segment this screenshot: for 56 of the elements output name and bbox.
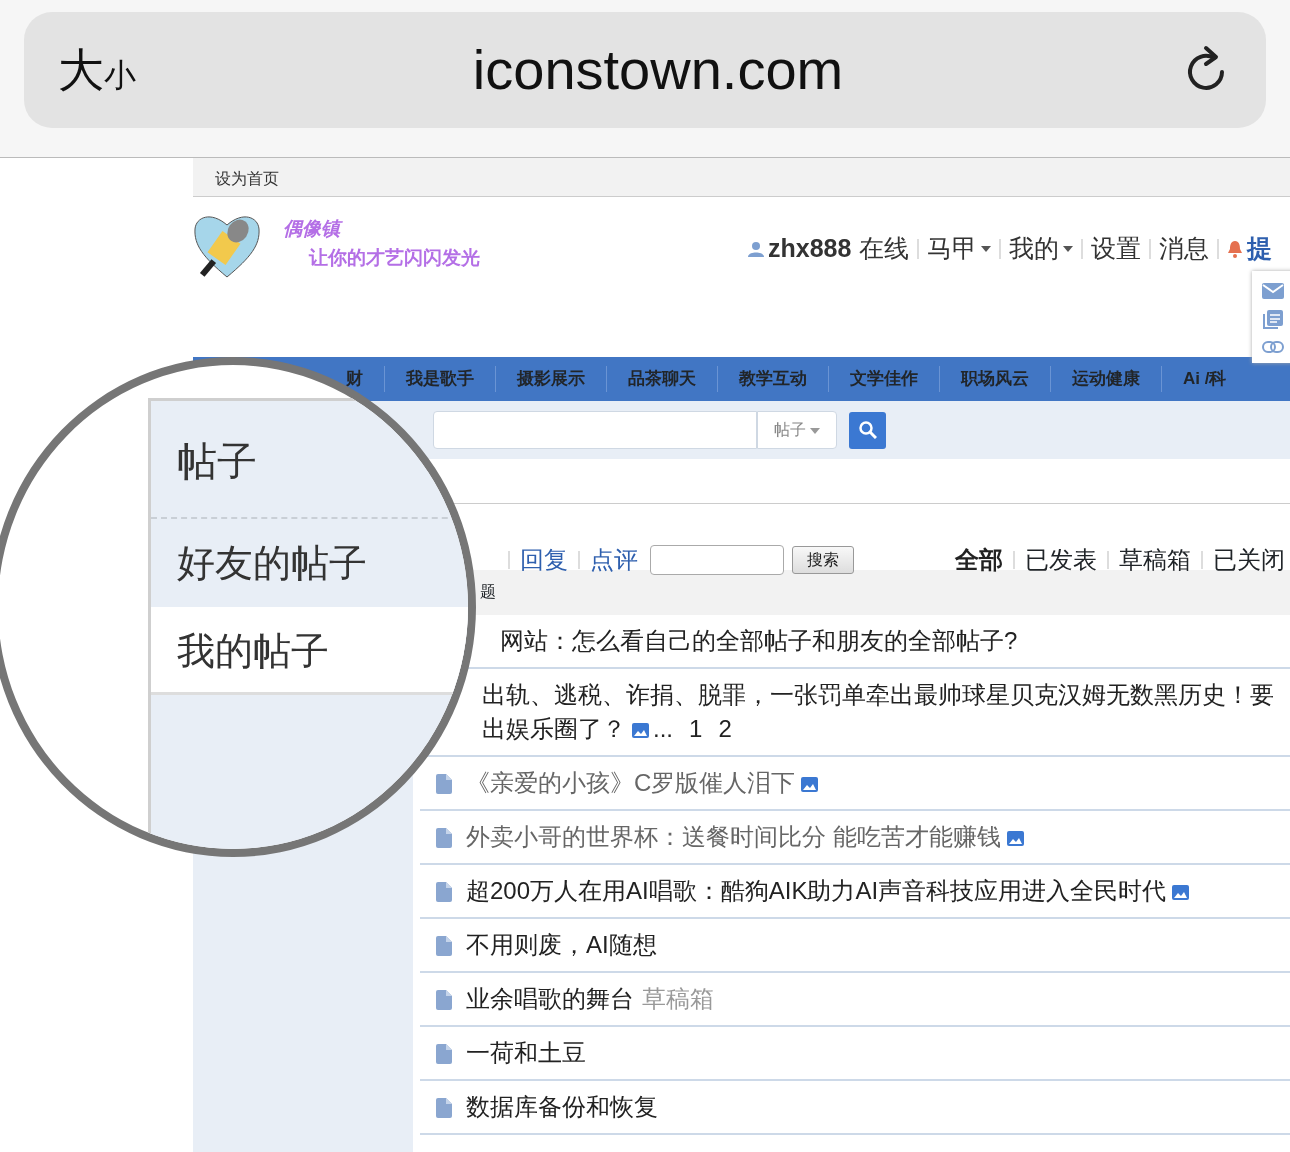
mail-icon[interactable] — [1262, 283, 1284, 299]
status-tab[interactable]: 已发表 — [1025, 541, 1097, 578]
user-icon — [748, 240, 764, 257]
search-icon — [858, 421, 877, 439]
status-tab[interactable]: 草稿箱 — [1119, 541, 1191, 578]
post-title-link[interactable]: 出轨、逃税、诈捐、脱罪，一张罚单牵出最帅球星贝克汉姆无数黑历史！要 — [482, 681, 1274, 708]
filter-search-field[interactable] — [650, 544, 784, 575]
filter-search-button[interactable]: 搜索 — [792, 545, 854, 574]
post-title-link[interactable]: 外卖小哥的世界杯：送餐时间比分 能吃苦才能赚钱 — [466, 823, 1001, 850]
user-menu-link[interactable]: 我的 — [1009, 235, 1074, 263]
post-title-link[interactable]: 业余唱歌的舞台 — [466, 985, 634, 1012]
user-menu-link[interactable]: 消息 — [1159, 235, 1210, 263]
document-icon — [436, 882, 452, 902]
text-size-button[interactable]: 大小 — [58, 35, 136, 105]
post-title-link[interactable]: 数据库备份和恢复 — [466, 1093, 658, 1120]
page-ellipsis: ... — [653, 715, 673, 742]
username-link[interactable]: zhx888 — [768, 235, 852, 263]
draft-tag: 草稿箱 — [642, 985, 714, 1012]
document-icon — [436, 936, 452, 956]
bell-icon — [1227, 239, 1244, 258]
caret-icon — [981, 245, 992, 252]
search-field[interactable] — [433, 411, 757, 449]
document-icon — [436, 1044, 452, 1064]
post-title-link[interactable]: 出娱乐圈了？ — [482, 715, 626, 742]
status-tab[interactable]: 全部 — [955, 541, 1003, 578]
status-tab[interactable]: 已关闭 — [1213, 541, 1285, 578]
set-homepage-link[interactable]: 设为首页 — [215, 170, 279, 187]
document-icon — [436, 774, 452, 794]
document-icon — [436, 828, 452, 848]
filter-link[interactable]: 回复 — [520, 541, 568, 578]
site-title: 偶像镇 — [283, 215, 480, 244]
address-bar[interactable]: iconstown.com — [136, 28, 1180, 112]
post-title-link[interactable]: 超200万人在用AI唱歌：酷狗AIK助力AI声音科技应用进入全民时代 — [466, 877, 1167, 904]
document-icon[interactable] — [1262, 309, 1284, 331]
page-link[interactable]: 2 — [718, 715, 732, 742]
document-icon — [436, 990, 452, 1010]
user-menu-link[interactable]: 马甲 — [927, 235, 992, 263]
document-icon — [436, 1098, 452, 1118]
sidebar-item[interactable]: 我的帖子 — [151, 607, 468, 695]
caret-icon — [1063, 245, 1074, 252]
search-scope-dropdown[interactable]: 帖子 — [757, 411, 837, 449]
post-title-link[interactable]: 网站：怎么看自己的全部帖子和朋友的全部帖子? — [500, 627, 1018, 654]
page-link[interactable]: 1 — [689, 715, 703, 742]
site-slogan: 让你的才艺闪闪发光 — [309, 245, 480, 270]
link-icon[interactable] — [1262, 341, 1284, 353]
search-button[interactable] — [849, 411, 886, 449]
column-header: 题 — [480, 583, 496, 600]
post-title-link[interactable]: 不用则废，AI随想 — [466, 931, 657, 958]
filter-link[interactable]: 点评 — [590, 541, 638, 578]
sidebar-item[interactable]: 好友的帖子 — [151, 519, 468, 607]
caret-icon — [810, 427, 820, 434]
sidebar-heading: 帖子 — [151, 401, 468, 519]
post-title-link[interactable]: 一荷和土豆 — [466, 1039, 586, 1066]
user-menu-link[interactable]: 设置 — [1091, 235, 1142, 263]
reminder-link[interactable]: 提 — [1247, 235, 1273, 263]
online-status: 在线 — [859, 235, 910, 263]
